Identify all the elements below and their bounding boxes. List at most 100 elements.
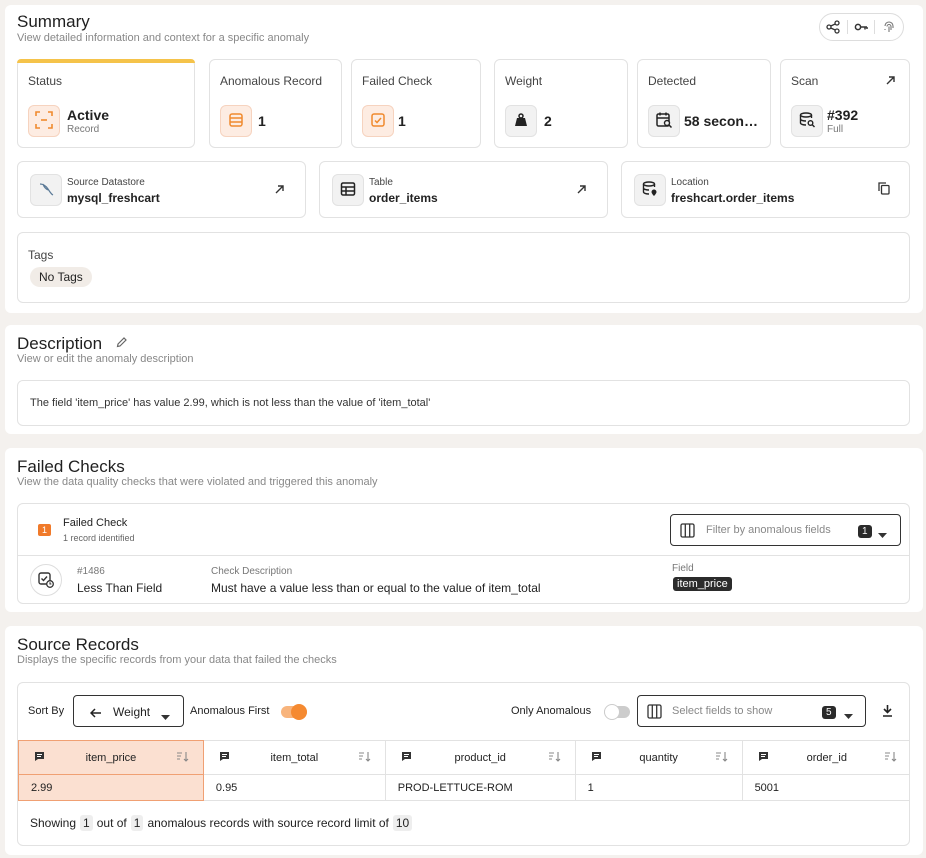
check-name: Less Than Field bbox=[77, 581, 163, 595]
column-header-quantity[interactable]: quantity bbox=[575, 740, 743, 775]
location-label: Location bbox=[671, 177, 709, 188]
check-description: Must have a value less than or equal to … bbox=[211, 581, 541, 595]
only-anomalous-label: Only Anomalous bbox=[511, 705, 592, 717]
failed-check-tile bbox=[362, 105, 394, 137]
failed-check-count-badge: 1 bbox=[38, 524, 52, 536]
sort-icon[interactable] bbox=[715, 751, 728, 765]
weight-tile bbox=[505, 105, 537, 137]
failed-checks-title: Failed Checks bbox=[17, 457, 125, 476]
source-datastore-label: Source Datastore bbox=[67, 177, 145, 188]
table-card[interactable]: Table order_items bbox=[319, 161, 608, 218]
external-link-icon[interactable] bbox=[274, 183, 285, 198]
sort-by-label: Sort By bbox=[28, 705, 65, 717]
summary-subtitle: View detailed information and context fo… bbox=[17, 32, 310, 44]
chevron-down-icon bbox=[161, 709, 170, 724]
weight-card: Weight 2 bbox=[494, 59, 628, 148]
comment-icon bbox=[219, 751, 230, 765]
sort-icon[interactable] bbox=[358, 751, 371, 765]
copy-icon[interactable] bbox=[878, 182, 890, 198]
weight-value: 2 bbox=[544, 113, 552, 129]
failed-checks-section: Failed Checks View the data quality chec… bbox=[5, 448, 923, 612]
column-header-order-id[interactable]: order_id bbox=[742, 740, 909, 775]
column-header-product-id[interactable]: product_id bbox=[385, 740, 576, 775]
sort-icon[interactable] bbox=[884, 751, 897, 765]
footer-count: 1 bbox=[80, 815, 93, 831]
select-fields-dropdown[interactable]: Select fields to show 5 bbox=[637, 695, 866, 727]
chevron-down-icon bbox=[878, 527, 887, 542]
tags-label: Tags bbox=[28, 248, 54, 262]
failed-check-panel: 1 Failed Check 1 record identified Filte… bbox=[17, 503, 910, 604]
anomalous-fields-placeholder: Filter by anomalous fields bbox=[706, 524, 831, 536]
anomalous-record-label: Anomalous Record bbox=[220, 74, 323, 88]
footer-text: anomalous records with source record lim… bbox=[147, 816, 389, 830]
database-search-icon bbox=[798, 111, 816, 132]
source-datastore-card[interactable]: Source Datastore mysql_freshcart bbox=[17, 161, 306, 218]
table-icon bbox=[340, 181, 356, 200]
check-field-chip: item_price bbox=[673, 577, 732, 591]
column-label: order_id bbox=[806, 751, 847, 764]
status-tile bbox=[28, 105, 60, 137]
table-cell: PROD-LETTUCE-ROM bbox=[385, 774, 576, 801]
tags-card: Tags No Tags bbox=[17, 232, 910, 303]
chevron-down-icon bbox=[844, 708, 853, 723]
description-subtitle: View or edit the anomaly description bbox=[17, 353, 194, 365]
failed-check-card: Failed Check 1 bbox=[351, 59, 481, 148]
summary-action-group bbox=[819, 13, 904, 41]
failed-check-header-sub: 1 record identified bbox=[63, 533, 135, 543]
scan-card[interactable]: Scan #392 Full bbox=[780, 59, 910, 148]
description-box[interactable]: The field 'item_price' has value 2.99, w… bbox=[17, 380, 910, 426]
location-tile bbox=[634, 174, 666, 206]
failed-checks-subtitle: View the data quality checks that were v… bbox=[17, 476, 378, 488]
detected-card: Detected 58 seconds ago bbox=[637, 59, 771, 148]
status-card: Status Active Record bbox=[17, 59, 195, 148]
summary-section: Summary View detailed information and co… bbox=[5, 5, 923, 313]
anomalous-fields-filter[interactable]: Filter by anomalous fields 1 bbox=[670, 514, 901, 546]
check-icon bbox=[370, 112, 386, 131]
scan-value: #392 bbox=[827, 107, 859, 123]
download-icon[interactable] bbox=[882, 704, 893, 720]
anomalous-record-card: Anomalous Record 1 bbox=[209, 59, 342, 148]
check-row[interactable]: #1486 Less Than Field Check Description … bbox=[18, 556, 909, 604]
source-records-panel: Sort By Weight Anomalous First Only Anom… bbox=[17, 682, 910, 846]
summary-title: Summary bbox=[17, 12, 90, 31]
footer-limit: 10 bbox=[392, 815, 413, 831]
detected-value: 58 seconds ago bbox=[684, 113, 762, 129]
datastore-tile bbox=[30, 174, 62, 206]
edit-pencil-icon[interactable] bbox=[116, 336, 127, 351]
source-records-subtitle: Displays the specific records from your … bbox=[17, 654, 337, 666]
anomalous-first-toggle[interactable] bbox=[281, 704, 307, 720]
share-icon[interactable] bbox=[820, 20, 848, 34]
detected-label: Detected bbox=[648, 74, 697, 88]
columns-icon bbox=[680, 523, 695, 541]
column-label: item_total bbox=[270, 751, 319, 764]
sort-icon[interactable] bbox=[176, 751, 189, 765]
records-footer: Showing 1 out of 1 anomalous records wit… bbox=[30, 815, 413, 831]
location-card: Location freshcart.order_items bbox=[621, 161, 910, 218]
external-link-icon[interactable] bbox=[576, 183, 587, 198]
anomalous-record-tile bbox=[220, 105, 252, 137]
external-link-icon[interactable] bbox=[885, 74, 896, 89]
toggle-knob bbox=[604, 704, 620, 720]
records-table: item_price item_total product_id quantit… bbox=[18, 740, 909, 801]
detected-tile bbox=[648, 105, 680, 137]
sort-by-select[interactable]: Weight bbox=[73, 695, 184, 727]
fingerprint-icon[interactable] bbox=[875, 20, 903, 34]
key-icon[interactable] bbox=[848, 20, 876, 34]
database-location-icon bbox=[641, 180, 659, 201]
failed-check-header-title: Failed Check bbox=[63, 517, 128, 529]
sort-icon[interactable] bbox=[548, 751, 561, 765]
only-anomalous-toggle[interactable] bbox=[604, 704, 630, 720]
column-header-item-total[interactable]: item_total bbox=[203, 740, 386, 775]
toggle-knob bbox=[291, 704, 307, 720]
record-icon bbox=[228, 112, 244, 131]
failed-check-label: Failed Check bbox=[362, 74, 433, 88]
description-section: Description View or edit the anomaly des… bbox=[5, 325, 923, 434]
table-row[interactable]: 2.99 0.95 PROD-LETTUCE-ROM 1 5001 bbox=[18, 774, 909, 801]
fields-count-badge: 5 bbox=[822, 706, 836, 719]
weight-icon bbox=[513, 112, 529, 131]
filter-count-badge: 1 bbox=[858, 525, 872, 538]
column-label: product_id bbox=[454, 751, 506, 764]
column-header-item-price[interactable]: item_price bbox=[18, 740, 204, 775]
comment-icon bbox=[758, 751, 769, 765]
source-records-section: Source Records Displays the specific rec… bbox=[5, 626, 923, 855]
